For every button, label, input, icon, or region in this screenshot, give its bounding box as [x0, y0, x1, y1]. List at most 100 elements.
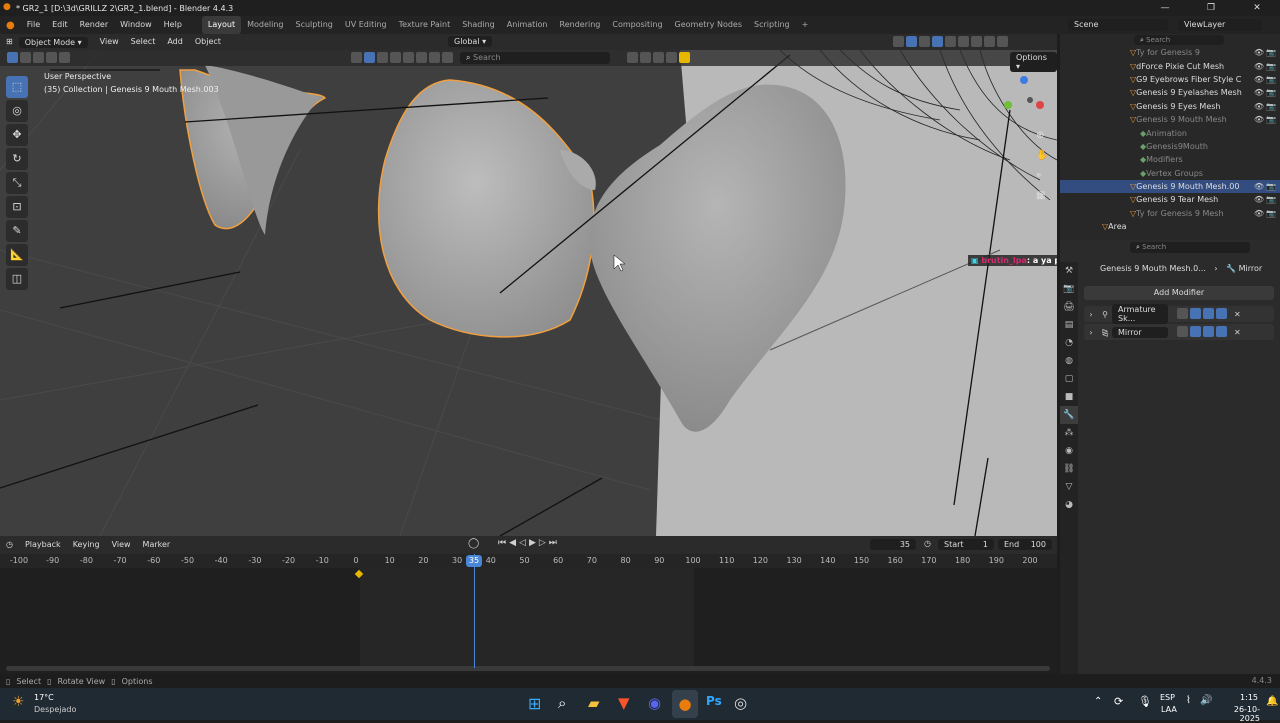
tab-rendering[interactable]: Rendering — [554, 16, 607, 34]
render-camera-icon[interactable]: 📷 — [1266, 102, 1276, 111]
current-frame-field[interactable]: 35 — [870, 539, 916, 550]
outliner-row[interactable]: ▽ Ty for Genesis 9 👁 📷 — [1060, 46, 1280, 59]
ortho-grid-icon[interactable]: ▦ — [1036, 190, 1045, 201]
render-camera-icon[interactable]: 📷 — [1266, 62, 1276, 71]
clock-date[interactable]: 26-10-2025 — [1214, 705, 1260, 723]
obs-icon[interactable]: ◎ — [734, 694, 747, 712]
network-icon[interactable]: ⌇ — [1186, 695, 1191, 706]
outliner-row[interactable]: ◆ Animation — [1060, 126, 1280, 139]
options-dropdown[interactable]: Options ▾ — [1010, 52, 1057, 72]
measure-tool-icon[interactable]: 📐 — [6, 244, 28, 266]
blender-menu-icon[interactable]: ● — [0, 20, 21, 31]
render-camera-icon[interactable]: 📷 — [1266, 88, 1276, 97]
outliner-row[interactable]: ▽ Genesis 9 Tear Mesh 👁 📷 — [1060, 193, 1280, 206]
photoshop-icon[interactable]: Ps — [706, 694, 722, 708]
outliner-row[interactable]: ▽ Genesis 9 Mouth Mesh.00 👁 📷 — [1060, 179, 1280, 194]
physics-tab-icon[interactable]: ◉ — [1060, 442, 1078, 460]
remove-modifier-icon[interactable]: ✕ — [1234, 328, 1241, 337]
object-tab-icon[interactable]: ■ — [1060, 388, 1078, 406]
menu-keying[interactable]: Keying — [67, 537, 106, 553]
shading-icons[interactable] — [350, 52, 454, 65]
outliner-row[interactable]: ▽ Genesis 9 Eyelashes Mesh 👁 📷 — [1060, 86, 1280, 99]
outliner-row[interactable]: ◆ Vertex Groups — [1060, 167, 1280, 180]
timeline-body[interactable] — [0, 568, 1057, 674]
select-mode-icons[interactable] — [6, 52, 71, 65]
properties-search-input[interactable]: ⌕ Search — [1130, 241, 1250, 253]
start-icon[interactable]: ⊞ — [528, 694, 541, 713]
outliner-search-input[interactable]: ⌕ Search — [1134, 35, 1224, 45]
modifier-mirror[interactable]: › ⧎ Mirror ✕ — [1084, 324, 1274, 340]
visibility-eye-icon[interactable]: 👁 — [1254, 102, 1264, 111]
modifier-tab-icon[interactable]: 🔧 — [1060, 406, 1078, 424]
playhead-line[interactable] — [474, 554, 475, 668]
annotate-tool-icon[interactable]: ✎ — [6, 220, 28, 242]
modifier-visibility-icons[interactable] — [1176, 325, 1228, 339]
add-cube-tool-icon[interactable]: ◫ — [6, 268, 28, 290]
add-modifier-button[interactable]: Add Modifier — [1084, 286, 1274, 300]
visibility-eye-icon[interactable]: 👁 — [1254, 48, 1264, 57]
language-indicator[interactable]: ESP — [1160, 693, 1175, 702]
outliner-row[interactable]: ▽ Genesis 9 Mouth Mesh 👁 📷 — [1060, 113, 1280, 126]
particles-tab-icon[interactable]: ⁂ — [1060, 424, 1078, 442]
menu-add[interactable]: Add — [161, 34, 189, 50]
menu-help[interactable]: Help — [158, 16, 188, 34]
render-camera-icon[interactable]: 📷 — [1266, 115, 1276, 124]
viewport-search-input[interactable]: ⌕ Search — [460, 52, 610, 64]
material-tab-icon[interactable]: ◕ — [1060, 496, 1078, 514]
search-icon[interactable]: ⌕ — [558, 694, 566, 712]
clock-time[interactable]: 1:15 — [1222, 693, 1258, 702]
timeline-scrollbar[interactable] — [6, 666, 1050, 671]
render-camera-icon[interactable]: 📷 — [1266, 182, 1276, 191]
tool-tab-icon[interactable]: ⚒ — [1060, 262, 1078, 280]
menu-window[interactable]: Window — [114, 16, 158, 34]
visibility-eye-icon[interactable]: 👁 — [1254, 182, 1264, 191]
tab-geometry-nodes[interactable]: Geometry Nodes — [669, 16, 748, 34]
world-tab-icon[interactable]: ◍ — [1060, 352, 1078, 370]
tab-scripting[interactable]: Scripting — [748, 16, 796, 34]
view-layer-selector[interactable]: ViewLayer — [1178, 19, 1262, 31]
remove-modifier-icon[interactable]: ✕ — [1234, 310, 1241, 319]
modifier-name-field[interactable]: Mirror — [1112, 326, 1168, 338]
tab-sculpting[interactable]: Sculpting — [290, 16, 339, 34]
orientation-dropdown[interactable]: Global ▾ — [448, 36, 493, 47]
menu-edit[interactable]: Edit — [46, 16, 74, 34]
scene-tab-icon[interactable]: ◔ — [1060, 334, 1078, 352]
file-explorer-icon[interactable]: ▰ — [588, 694, 600, 712]
menu-render[interactable]: Render — [74, 16, 114, 34]
expand-chevron-icon[interactable]: › — [1084, 328, 1098, 337]
editor-type-icon[interactable]: ⊞ — [0, 34, 19, 50]
close-button[interactable]: ✕ — [1234, 0, 1280, 16]
outliner-row[interactable]: ◆ Genesis9Mouth — [1060, 140, 1280, 153]
menu-marker[interactable]: Marker — [137, 537, 177, 553]
outliner-row[interactable]: ▽ dForce Pixie Cut Mesh 👁 📷 — [1060, 59, 1280, 72]
add-workspace-button[interactable]: + — [796, 16, 815, 34]
timeline-editor-icon[interactable]: ◷ — [0, 537, 19, 553]
end-frame-field[interactable]: End 100 — [998, 539, 1052, 550]
sync-icon[interactable]: ⟳ — [1114, 695, 1123, 708]
expand-chevron-icon[interactable]: › — [1084, 310, 1098, 319]
menu-view[interactable]: View — [94, 34, 125, 50]
visibility-eye-icon[interactable]: 👁 — [1254, 209, 1264, 218]
outliner-row[interactable]: ▽ Ty for Genesis 9 Mesh 👁 📷 — [1060, 207, 1280, 220]
scene-selector[interactable]: Scene — [1068, 19, 1168, 31]
tab-texture-paint[interactable]: Texture Paint — [393, 16, 457, 34]
mode-dropdown[interactable]: Object Mode ▾ — [18, 36, 88, 48]
keyboard-layout-indicator[interactable]: LAA — [1161, 705, 1177, 714]
visibility-eye-icon[interactable]: 👁 — [1254, 195, 1264, 204]
menu-object[interactable]: Object — [189, 34, 227, 50]
maximize-button[interactable]: ❐ — [1188, 0, 1234, 16]
visibility-eye-icon[interactable]: 👁 — [1254, 75, 1264, 84]
modifier-name-field[interactable]: Armature Sk... — [1112, 304, 1168, 324]
modifier-armature[interactable]: › ⚲ Armature Sk... ✕ — [1084, 304, 1274, 324]
outliner-row[interactable]: ▽ G9 Eyebrows Fiber Style C 👁 📷 — [1060, 73, 1280, 86]
tab-layout[interactable]: Layout — [201, 16, 242, 34]
timeline-ruler[interactable]: -100 -90 -80 -70 -60 -50 -40 -30 -20 -10 0 10 20 30 40… — [0, 554, 1057, 568]
view-layer-tab-icon[interactable]: ▤ — [1060, 316, 1078, 334]
filter-icons[interactable] — [626, 52, 691, 65]
tray-chevron-icon[interactable]: ⌃ — [1094, 696, 1102, 707]
collection-tab-icon[interactable]: ▢ — [1060, 370, 1078, 388]
render-camera-icon[interactable]: 📷 — [1266, 209, 1276, 218]
playhead-frame[interactable]: 35 — [466, 555, 482, 567]
start-frame-field[interactable]: Start 1 — [938, 539, 994, 550]
render-camera-icon[interactable]: 📷 — [1266, 195, 1276, 204]
